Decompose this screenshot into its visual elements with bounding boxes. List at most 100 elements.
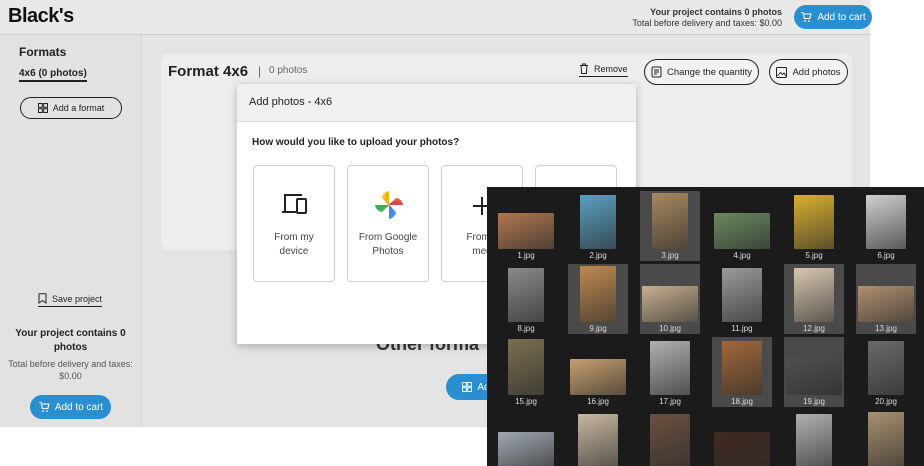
- file-thumbnail: [868, 341, 904, 395]
- devices-icon: [282, 194, 307, 214]
- file-thumbnail: [866, 195, 906, 249]
- file-name: 20.jpg: [875, 397, 897, 406]
- image-icon: [776, 66, 788, 78]
- file-item[interactable]: [640, 410, 700, 466]
- file-thumbnail: [868, 412, 904, 466]
- file-thumbnail: [786, 359, 842, 395]
- file-name: 6.jpg: [877, 251, 895, 260]
- file-item[interactable]: 9.jpg: [568, 264, 628, 334]
- file-thumbnail: [796, 414, 832, 466]
- option-label-line2: device: [279, 246, 309, 257]
- file-name: 2.jpg: [589, 251, 607, 260]
- remove-button[interactable]: Remove: [579, 63, 628, 77]
- file-item[interactable]: 2.jpg: [568, 191, 628, 261]
- file-thumbnail: [722, 268, 762, 322]
- header-total-note: Total before delivery and taxes: $0.00: [632, 18, 782, 28]
- file-thumbnail: [580, 195, 616, 249]
- header-add-to-cart-label: Add to cart: [817, 11, 866, 23]
- file-name: 18.jpg: [731, 397, 753, 406]
- top-bar: Black's Your project contains 0 photos T…: [0, 0, 872, 35]
- file-item[interactable]: 17.jpg: [640, 337, 700, 407]
- logo[interactable]: Black's: [8, 5, 74, 28]
- header-project-count: Your project contains 0 photos: [650, 7, 782, 17]
- file-name: 3.jpg: [661, 251, 679, 260]
- sidebar: Formats 4x6 (0 photos) Add a format Save…: [0, 35, 142, 427]
- save-project-button[interactable]: Save project: [38, 293, 103, 307]
- file-item[interactable]: 3.jpg: [640, 191, 700, 261]
- trash-icon: [580, 63, 588, 74]
- file-thumbnail: [794, 195, 834, 249]
- sidebar-add-to-cart-button[interactable]: Add to cart: [30, 395, 111, 419]
- file-item[interactable]: 19.jpg: [784, 337, 844, 407]
- file-thumbnail: [714, 432, 770, 466]
- file-name: 10.jpg: [659, 324, 681, 333]
- add-photos-button[interactable]: Add photos: [769, 59, 848, 85]
- file-item[interactable]: 11.jpg: [712, 264, 772, 334]
- quantity-icon: [651, 66, 662, 78]
- file-thumbnail: [858, 286, 914, 322]
- file-item[interactable]: 5.jpg: [784, 191, 844, 261]
- file-thumbnail: [498, 432, 554, 466]
- sidebar-project-summary: Your project contains 0 photos Total bef…: [0, 327, 141, 382]
- change-quantity-button[interactable]: Change the quantity: [644, 59, 759, 85]
- file-name: 11.jpg: [731, 324, 753, 333]
- save-project-label: Save project: [52, 293, 103, 304]
- option-label: From my device: [254, 231, 334, 259]
- file-item[interactable]: [496, 410, 556, 466]
- file-item[interactable]: 16.jpg: [568, 337, 628, 407]
- grid-icon: [37, 103, 48, 113]
- google-photos-icon: [375, 191, 403, 219]
- file-name: 17.jpg: [659, 397, 681, 406]
- sidebar-total-note: Total before delivery and taxes: $0.00: [8, 359, 133, 381]
- file-name: 19.jpg: [803, 397, 825, 406]
- file-item[interactable]: 1.jpg: [496, 191, 556, 261]
- modal-title: Add photos - 4x6: [249, 96, 333, 108]
- sidebar-item-4x6[interactable]: 4x6 (0 photos): [19, 68, 87, 82]
- sidebar-project-count: Your project contains 0 photos: [15, 328, 126, 353]
- bookmark-icon: [38, 293, 47, 304]
- file-name: 5.jpg: [805, 251, 823, 260]
- format-title: Format 4x6: [168, 63, 249, 80]
- sidebar-add-to-cart-label: Add to cart: [54, 401, 104, 413]
- file-item[interactable]: 8.jpg: [496, 264, 556, 334]
- file-thumbnail: [652, 193, 688, 249]
- modal-header: Add photos - 4x6: [237, 84, 636, 122]
- file-item[interactable]: 6.jpg: [856, 191, 916, 261]
- header-project-summary: Your project contains 0 photos Total bef…: [632, 7, 782, 29]
- file-item[interactable]: 20.jpg: [856, 337, 916, 407]
- file-item[interactable]: 4.jpg: [712, 191, 772, 261]
- file-thumbnail: [714, 213, 770, 249]
- file-item[interactable]: 10.jpg: [640, 264, 700, 334]
- file-thumbnail: [508, 339, 544, 395]
- file-name: 12.jpg: [803, 324, 825, 333]
- file-item[interactable]: 13.jpg: [856, 264, 916, 334]
- header-add-to-cart-button[interactable]: Add to cart: [794, 5, 872, 29]
- option-from-google-photos[interactable]: From Google Photos: [347, 165, 429, 282]
- format-photo-count: 0 photos: [269, 65, 308, 76]
- option-label-line1: From my: [274, 232, 314, 243]
- file-thumbnail: [498, 213, 554, 249]
- file-item[interactable]: [856, 410, 916, 466]
- file-item[interactable]: [712, 410, 772, 466]
- file-name: 16.jpg: [587, 397, 609, 406]
- file-item[interactable]: 12.jpg: [784, 264, 844, 334]
- file-thumbnail: [794, 268, 834, 322]
- file-thumbnail: [570, 359, 626, 395]
- file-name: 15.jpg: [515, 397, 537, 406]
- file-name: 1.jpg: [517, 251, 535, 260]
- file-thumbnail: [642, 286, 698, 322]
- add-format-button[interactable]: Add a format: [20, 97, 122, 119]
- file-thumbnail: [580, 266, 616, 322]
- file-thumbnail: [650, 414, 690, 466]
- file-name: 9.jpg: [589, 324, 607, 333]
- add-format-label: Add a format: [52, 103, 105, 113]
- file-item[interactable]: [568, 410, 628, 466]
- file-item[interactable]: 18.jpg: [712, 337, 772, 407]
- file-name: 8.jpg: [517, 324, 535, 333]
- modal-question: How would you like to upload your photos…: [252, 137, 460, 148]
- file-item[interactable]: [784, 410, 844, 466]
- file-item[interactable]: 15.jpg: [496, 337, 556, 407]
- option-from-device[interactable]: From my device: [253, 165, 335, 282]
- file-thumbnail: [722, 341, 762, 395]
- remove-label: Remove: [594, 63, 628, 74]
